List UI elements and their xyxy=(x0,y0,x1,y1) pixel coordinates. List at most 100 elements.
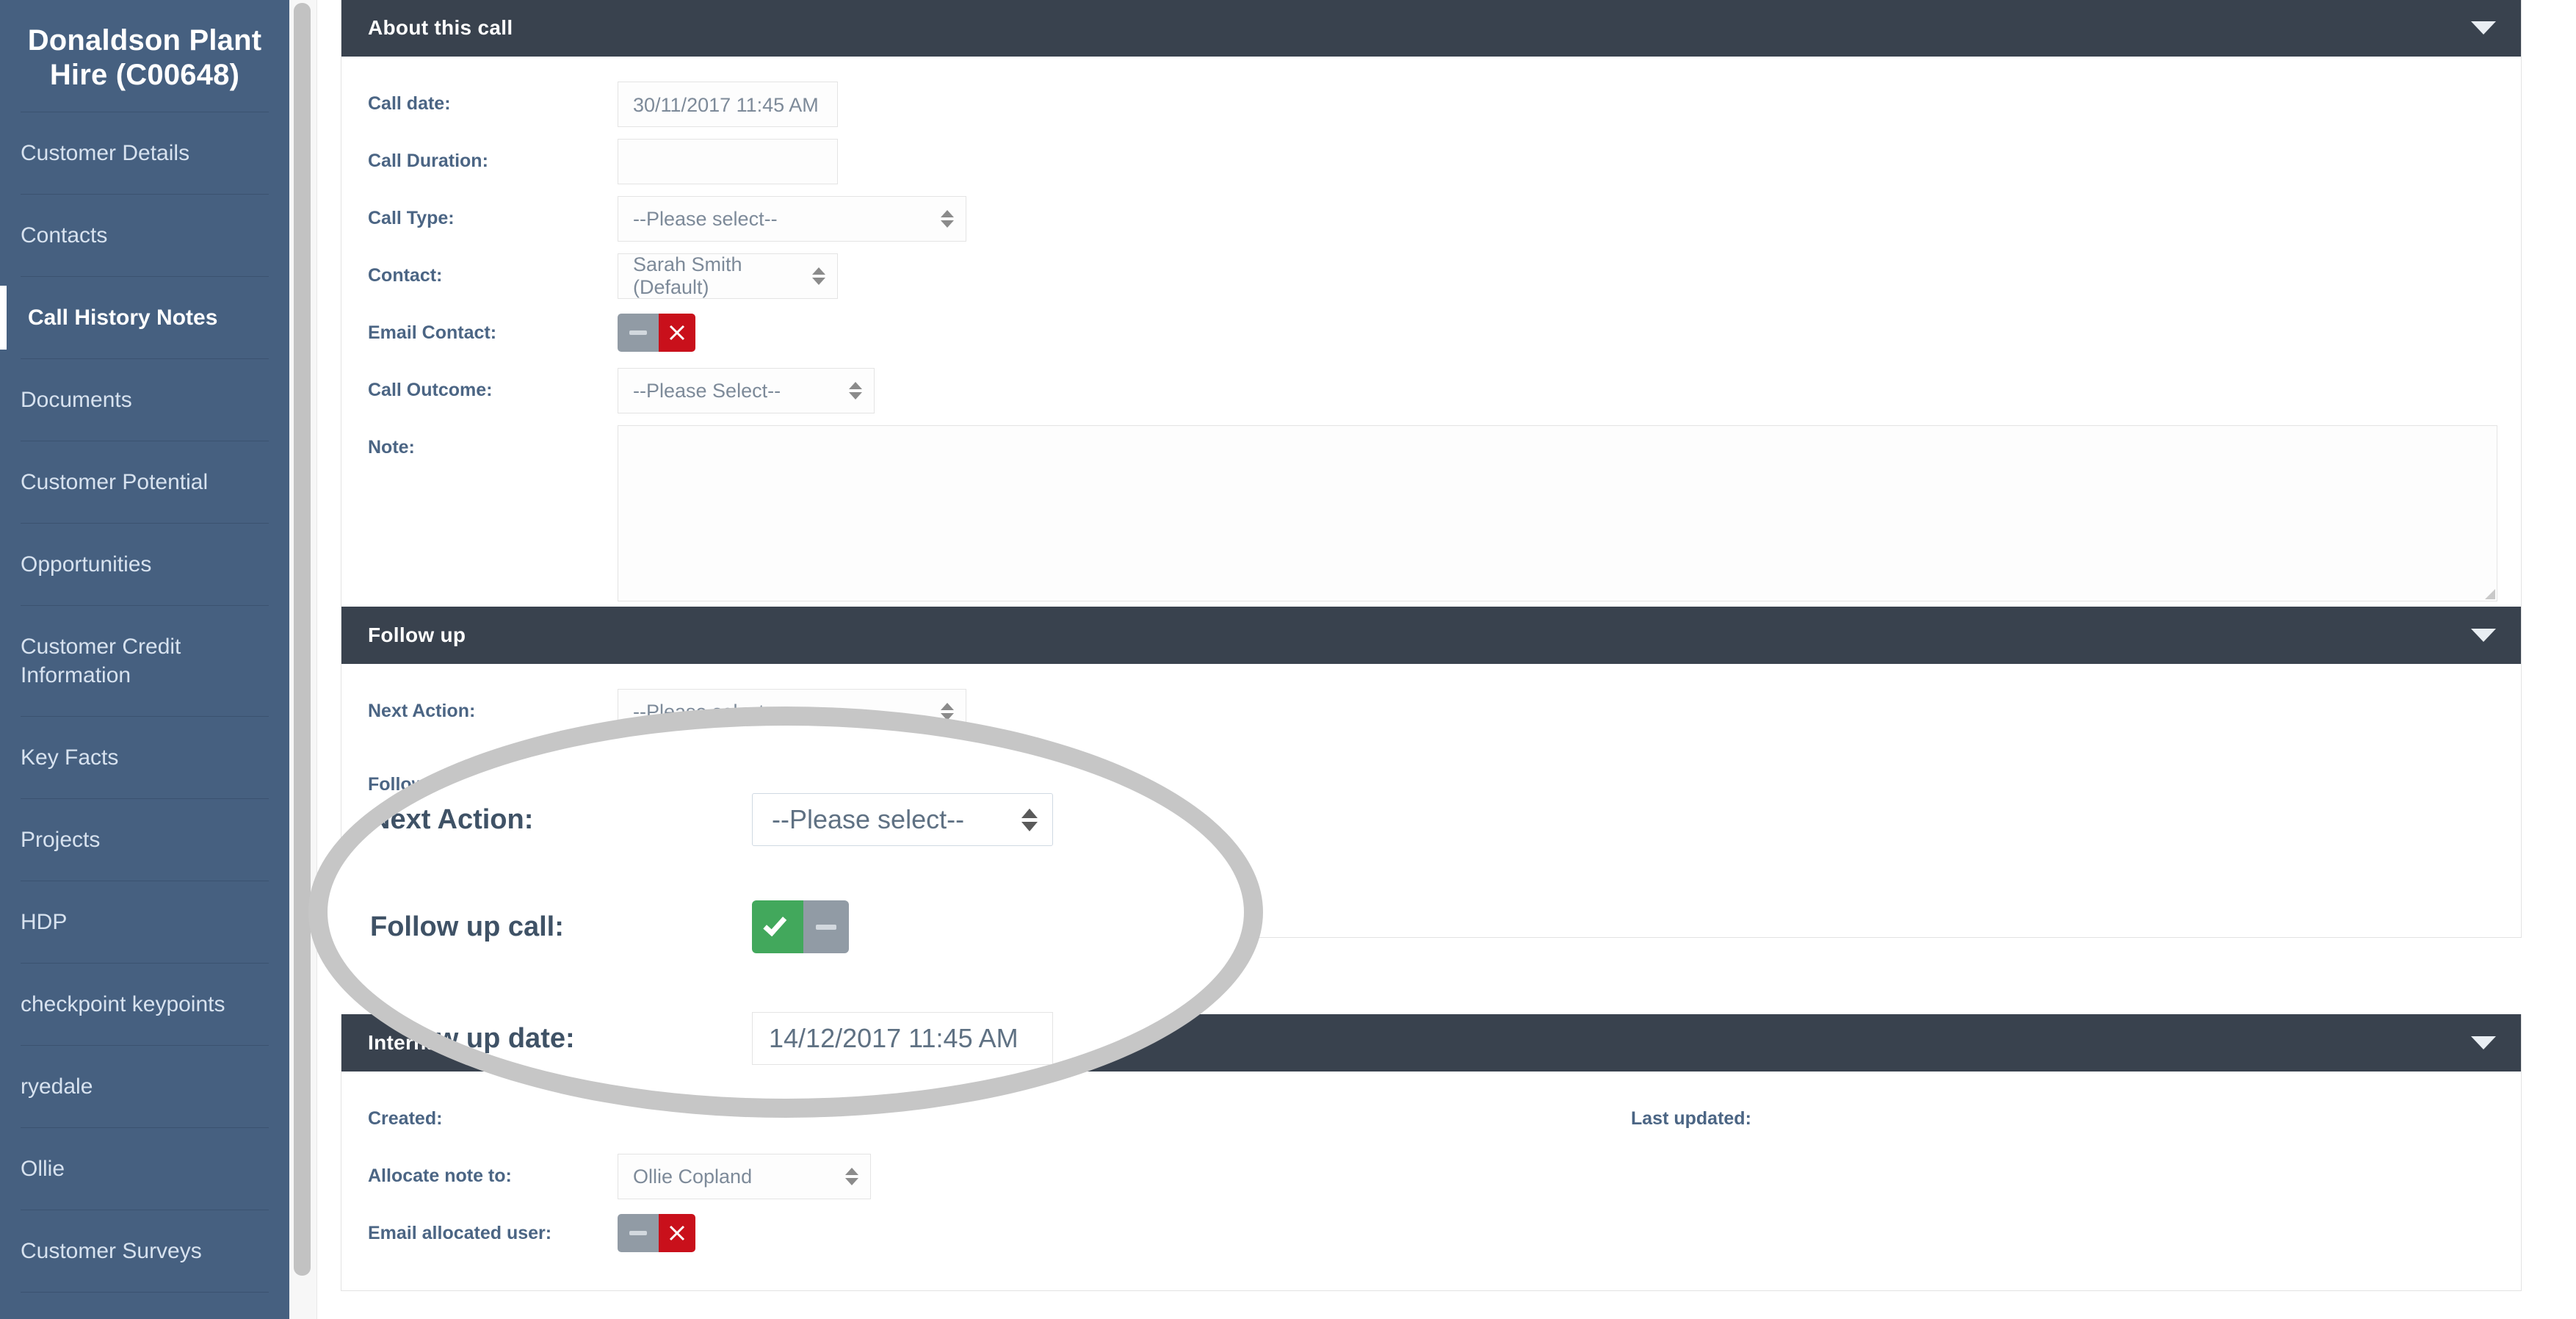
note-control xyxy=(618,425,2521,601)
sidebar-item-label: ryedale xyxy=(21,1074,93,1099)
sidebar-item-label: Contacts xyxy=(21,223,108,248)
zoom-follow-up-call-toggle[interactable] xyxy=(752,900,849,953)
sidebar-item-key-facts[interactable]: Key Facts xyxy=(0,717,289,798)
sidebar-item-label: Opportunities xyxy=(21,552,152,577)
contact-label: Contact: xyxy=(368,265,443,286)
note-textarea[interactable] xyxy=(618,425,2497,601)
zoom-follow-up-date-label: Follow up date: xyxy=(370,1022,575,1054)
sidebar-item-opportunities[interactable]: Opportunities xyxy=(0,524,289,605)
allocate-note-to-control: Ollie Copland xyxy=(618,1154,2521,1199)
zoom-field-next-action: Next Action: --Please select-- xyxy=(370,793,1053,846)
sidebar-item-checkpoint-keypoints[interactable]: checkpoint keypoints xyxy=(0,964,289,1045)
created-label: Created: xyxy=(368,1108,443,1129)
x-icon xyxy=(669,1225,685,1241)
call-type-select[interactable]: --Please select-- xyxy=(618,196,966,242)
field-row-call-outcome: Call Outcome: --Please Select-- xyxy=(341,368,2521,425)
toggle-x-segment[interactable] xyxy=(659,314,695,352)
panel-about-this-call: About this call Call date: 30/11/2017 11… xyxy=(341,0,2522,646)
call-duration-input[interactable] xyxy=(618,139,838,184)
allocate-note-to-select[interactable]: Ollie Copland xyxy=(618,1154,871,1199)
email-contact-control xyxy=(618,311,2521,352)
sidebar-item-label: Customer Details xyxy=(21,141,190,166)
contact-control: Sarah Smith (Default) xyxy=(618,253,2521,299)
field-row-note: Note: xyxy=(341,425,2521,624)
check-icon xyxy=(763,912,787,937)
next-action-label: Next Action: xyxy=(368,701,476,721)
magnifier-oval-annotation: Next Action: --Please select-- Follow up… xyxy=(308,707,1263,1118)
spinner-arrows-icon xyxy=(845,1168,858,1185)
call-date-label: Call date: xyxy=(368,93,451,114)
call-note-form: About this call Call date: 30/11/2017 11… xyxy=(317,0,2576,1319)
dash-icon xyxy=(629,1231,647,1235)
zoom-follow-up-date-input[interactable]: 14/12/2017 11:45 AM xyxy=(752,1012,1053,1065)
dash-icon xyxy=(629,330,647,335)
call-type-selected-value: --Please select-- xyxy=(633,207,778,230)
sidebar-item-hdp[interactable]: HDP xyxy=(0,881,289,963)
sidebar-item-label: Documents xyxy=(21,388,132,413)
sidebar-item-label: Customer Surveys xyxy=(21,1239,202,1264)
toggle-off-segment[interactable] xyxy=(618,1214,659,1252)
panel-title: Follow up xyxy=(368,624,466,646)
sidebar-customer-title: Donaldson Plant Hire (C00648) xyxy=(27,24,262,92)
panel-header-follow-up[interactable]: Follow up xyxy=(341,607,2521,664)
panel-header-about-this-call[interactable]: About this call xyxy=(341,0,2521,57)
sidebar-item-label: Customer Potential xyxy=(21,470,209,495)
caret-down-icon[interactable] xyxy=(2471,629,2496,642)
toggle-check-segment[interactable] xyxy=(752,900,803,953)
note-label: Note: xyxy=(368,437,415,458)
last-updated-label: Last updated: xyxy=(1631,1108,1751,1129)
sidebar-item-call-history-notes[interactable]: Call History Notes xyxy=(0,277,289,358)
email-allocated-user-control xyxy=(618,1211,2521,1252)
caret-down-icon[interactable] xyxy=(2471,21,2496,35)
sidebar-item-customer-potential[interactable]: Customer Potential xyxy=(0,441,289,523)
sidebar-item-label: Projects xyxy=(21,828,101,853)
field-row-call-date: Call date: 30/11/2017 11:45 AM xyxy=(341,82,2521,139)
field-row-allocate-note-to: Allocate note to: Ollie Copland xyxy=(341,1154,2521,1211)
sidebar-item-customer-credit-information[interactable]: Customer Credit Information xyxy=(0,606,289,716)
sidebar-item-ryedale[interactable]: ryedale xyxy=(0,1046,289,1127)
call-duration-control xyxy=(618,139,2521,184)
call-date-input[interactable]: 30/11/2017 11:45 AM xyxy=(618,82,838,127)
call-outcome-label: Call Outcome: xyxy=(368,380,493,400)
zoom-field-follow-up-call: Follow up call: xyxy=(370,900,849,953)
spinner-arrows-icon xyxy=(812,267,825,285)
email-allocated-user-toggle[interactable] xyxy=(618,1214,695,1252)
sidebar-scrollbar-thumb[interactable] xyxy=(294,3,311,1276)
call-date-control: 30/11/2017 11:45 AM xyxy=(618,82,2521,127)
call-outcome-selected-value: --Please Select-- xyxy=(633,379,781,402)
sidebar-item-linked-prospects[interactable]: Linked Prospects xyxy=(0,1293,289,1319)
sidebar-item-customer-surveys[interactable]: Customer Surveys xyxy=(0,1210,289,1292)
call-outcome-control: --Please Select-- xyxy=(618,368,2521,413)
call-outcome-select[interactable]: --Please Select-- xyxy=(618,368,875,413)
allocate-note-to-selected-value: Ollie Copland xyxy=(633,1165,753,1188)
sidebar-item-ollie[interactable]: Ollie xyxy=(0,1128,289,1210)
zoom-next-action-label: Next Action: xyxy=(370,803,534,835)
panel-title: About this call xyxy=(368,16,513,39)
sidebar-item-label: Call History Notes xyxy=(28,306,218,330)
toggle-x-segment[interactable] xyxy=(659,1214,695,1252)
toggle-off-segment[interactable] xyxy=(803,900,849,953)
call-duration-label: Call Duration: xyxy=(368,151,488,171)
contact-select[interactable]: Sarah Smith (Default) xyxy=(618,253,838,299)
panel-body-about-this-call: Call date: 30/11/2017 11:45 AM Call Dura… xyxy=(341,57,2521,646)
sidebar-item-contacts[interactable]: Contacts xyxy=(0,195,289,276)
email-allocated-user-label: Email allocated user: xyxy=(368,1223,552,1243)
sidebar-item-projects[interactable]: Projects xyxy=(0,799,289,881)
zoom-follow-up-call-label: Follow up call: xyxy=(370,911,564,942)
sidebar-item-documents[interactable]: Documents xyxy=(0,359,289,441)
call-type-control: --Please select-- xyxy=(618,196,2521,242)
zoom-field-follow-up-date: Follow up date: 14/12/2017 11:45 AM xyxy=(370,1012,1053,1065)
sidebar-item-label: checkpoint keypoints xyxy=(21,992,225,1017)
spinner-arrows-icon xyxy=(1021,808,1038,831)
allocate-note-to-label: Allocate note to: xyxy=(368,1166,512,1186)
app-root: Donaldson Plant Hire (C00648) Customer D… xyxy=(0,0,2576,1319)
email-contact-toggle[interactable] xyxy=(618,314,695,352)
sidebar-item-label: Customer Credit Information xyxy=(21,635,181,688)
caret-down-icon[interactable] xyxy=(2471,1036,2496,1049)
field-row-call-type: Call Type: --Please select-- xyxy=(341,196,2521,253)
zoom-next-action-select[interactable]: --Please select-- xyxy=(752,793,1053,846)
sidebar-item-customer-details[interactable]: Customer Details xyxy=(0,112,289,194)
dash-icon xyxy=(816,924,836,930)
toggle-off-segment[interactable] xyxy=(618,314,659,352)
customer-sidebar: Donaldson Plant Hire (C00648) Customer D… xyxy=(0,0,289,1319)
